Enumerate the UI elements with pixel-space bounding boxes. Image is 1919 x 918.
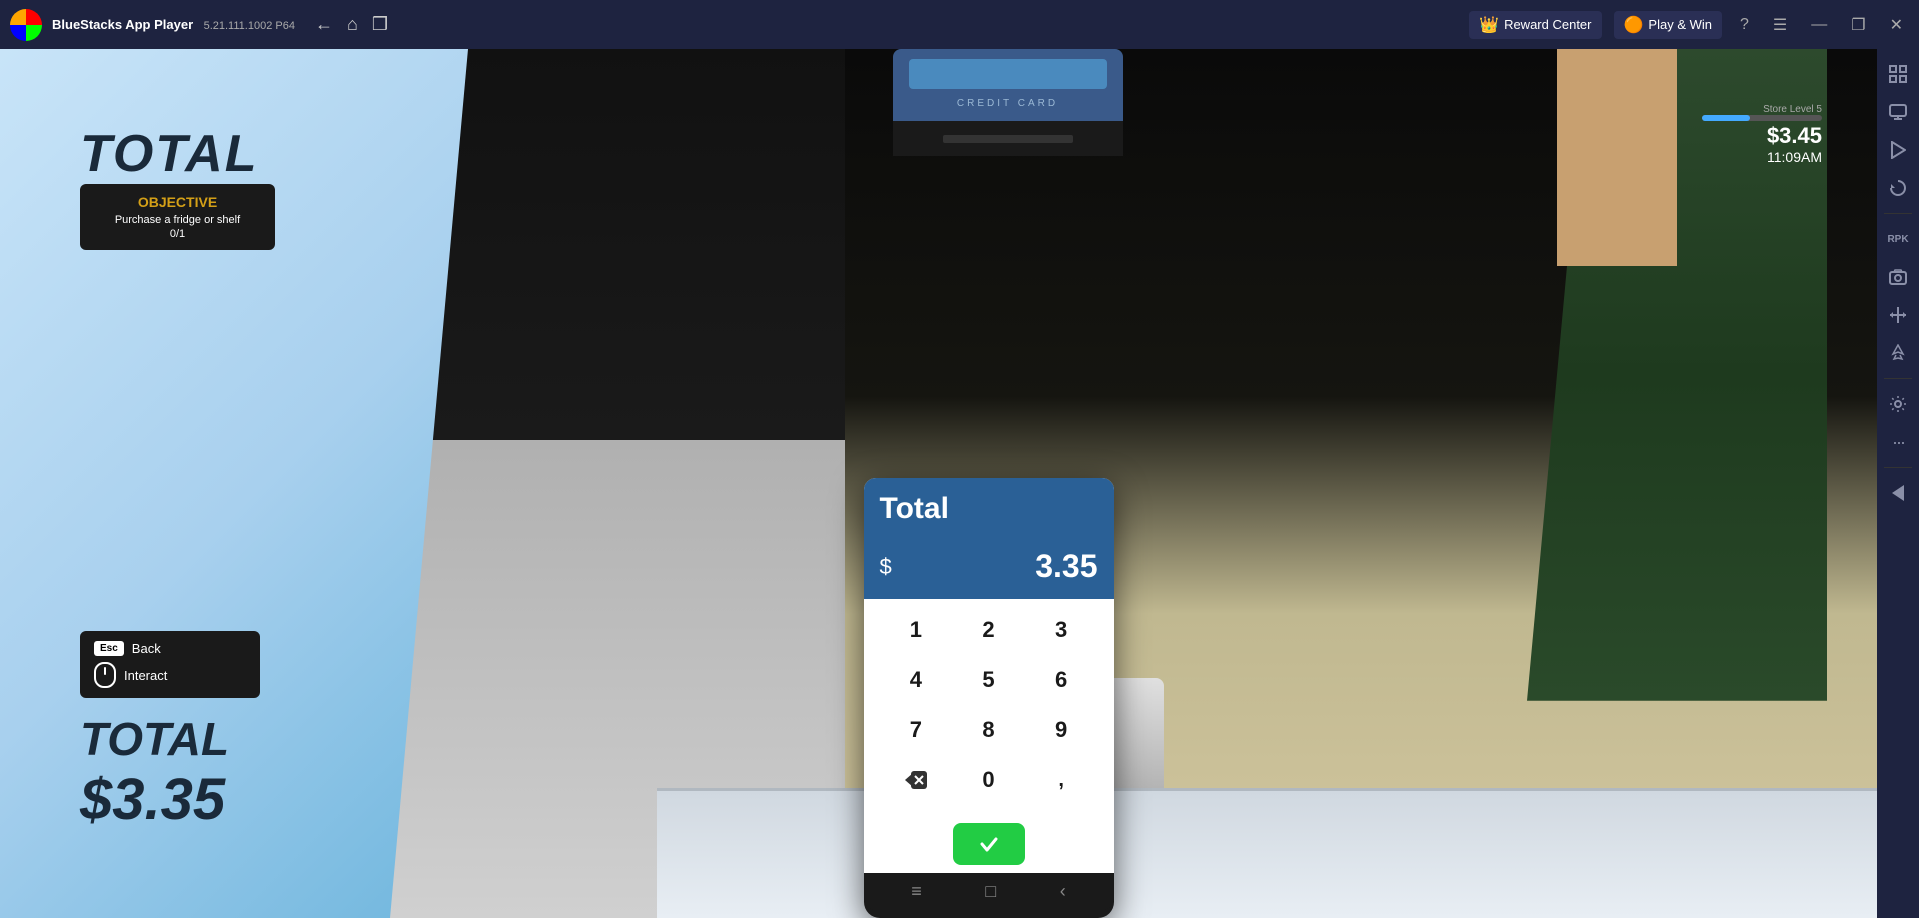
key-0[interactable]: 0	[962, 759, 1014, 801]
key-delete[interactable]	[890, 759, 942, 801]
hud-progress-fill	[1702, 115, 1750, 121]
character-neck	[1557, 49, 1677, 266]
objective-text: Purchase a fridge or shelf	[96, 214, 259, 226]
confirm-button[interactable]	[953, 823, 1025, 865]
pos-amount-row: $ 3.35	[864, 540, 1114, 599]
terminal-container: CREDIT CARD	[893, 49, 1123, 156]
restore-button[interactable]: ❐	[1845, 11, 1871, 39]
objective-box: OBJECTIVE Purchase a fridge or shelf 0/1	[80, 184, 275, 250]
keypad-row-3: 7 8 9	[880, 709, 1098, 751]
sidebar-divider-2	[1884, 378, 1912, 379]
back-button[interactable]: ←	[315, 14, 333, 35]
close-button[interactable]: ✕	[1884, 11, 1909, 39]
keypad-row-4: 0 ,	[880, 759, 1098, 801]
sidebar-resize-button[interactable]	[1881, 298, 1915, 332]
key-4[interactable]: 4	[890, 659, 942, 701]
home-button[interactable]: ⌂	[347, 14, 358, 35]
sidebar-collapse-button[interactable]	[1881, 476, 1915, 510]
keypad-row-1: 1 2 3	[880, 609, 1098, 651]
interact-control-label: Interact	[124, 668, 167, 683]
play-win-icon: 🟠	[1624, 15, 1644, 35]
sidebar-settings-button[interactable]	[1881, 387, 1915, 421]
nav-buttons: ← ⌂ ❒	[315, 14, 388, 35]
sidebar-tv-button[interactable]	[1881, 95, 1915, 129]
credit-card-header: CREDIT CARD	[893, 49, 1123, 121]
total-amount-display: $3.35	[80, 766, 229, 833]
sidebar-airplane-button[interactable]	[1881, 336, 1915, 370]
right-sidebar: RPK ···	[1877, 49, 1919, 918]
pos-nav-menu-icon[interactable]: ≡	[911, 881, 922, 902]
sidebar-play-button[interactable]	[1881, 133, 1915, 167]
pos-nav-bar: ≡ □ ‹	[864, 873, 1114, 910]
hud-store-level: Store Level 5	[1702, 104, 1822, 115]
key-3[interactable]: 3	[1035, 609, 1087, 651]
mouse-icon	[94, 662, 116, 688]
key-6[interactable]: 6	[1035, 659, 1087, 701]
app-title-group: BlueStacks App Player 5.21.111.1002 P64	[52, 16, 295, 34]
play-win-button[interactable]: 🟠 Play & Win	[1614, 11, 1723, 39]
objective-title: OBJECTIVE	[96, 194, 259, 210]
hud-overlay: Store Level 5 $3.45 11:09AM	[1702, 104, 1822, 165]
help-button[interactable]: ?	[1734, 12, 1755, 38]
reward-center-label: Reward Center	[1504, 17, 1591, 32]
key-5[interactable]: 5	[962, 659, 1014, 701]
app-title: BlueStacks App Player	[52, 17, 193, 32]
pos-nav-back-icon[interactable]: ‹	[1060, 881, 1066, 902]
hud-time: 11:09AM	[1702, 149, 1822, 165]
pos-keypad: 1 2 3 4 5 6 7 8 9	[864, 599, 1114, 819]
pos-screen-header: Total	[864, 478, 1114, 540]
hud-progress-bar	[1702, 115, 1822, 121]
sidebar-divider-1	[1884, 213, 1912, 214]
play-win-label: Play & Win	[1648, 17, 1712, 32]
pos-nav-home-icon[interactable]: □	[985, 881, 996, 902]
sidebar-divider-3	[1884, 467, 1912, 468]
objective-progress: 0/1	[96, 228, 259, 240]
sidebar-fullscreen-button[interactable]	[1881, 57, 1915, 91]
crown-icon: 👑	[1479, 15, 1499, 35]
key-2[interactable]: 2	[962, 609, 1014, 651]
game-scene: CREDIT CARD TOTAL OBJECTIVE Purchase a f…	[0, 49, 1877, 918]
total-top-label: TOTAL	[80, 124, 259, 184]
back-control-row: Esc Back	[94, 641, 246, 656]
app-version: 5.21.111.1002 P64	[204, 20, 295, 32]
back-control-label: Back	[132, 641, 161, 656]
total-bottom-label: TOTAL	[80, 712, 229, 766]
hud-money: $3.45	[1702, 123, 1822, 149]
pos-machine: Total $ 3.35 1 2 3	[864, 478, 1114, 918]
esc-key: Esc	[94, 641, 124, 656]
key-8[interactable]: 8	[962, 709, 1014, 751]
pos-confirm-row	[864, 819, 1114, 873]
pos-dollar-sign: $	[880, 554, 892, 580]
printer-slot	[943, 135, 1073, 143]
pos-amount-display: 3.35	[1035, 548, 1097, 585]
sidebar-refresh-button[interactable]	[1881, 171, 1915, 205]
keypad-row-2: 4 5 6	[880, 659, 1098, 701]
interact-control-row: Interact	[94, 662, 246, 688]
sidebar-rpm-button[interactable]: RPK	[1881, 222, 1915, 256]
key-9[interactable]: 9	[1035, 709, 1087, 751]
bluestacks-logo	[10, 9, 42, 41]
credit-card-label: CREDIT CARD	[957, 98, 1058, 109]
sidebar-more-button[interactable]: ···	[1881, 425, 1915, 459]
minimize-button[interactable]: —	[1805, 12, 1833, 38]
printer-body	[893, 121, 1123, 156]
counter-top	[657, 788, 1877, 918]
card-slot	[909, 59, 1107, 89]
total-bottom-area: TOTAL $3.35	[80, 712, 229, 833]
key-1[interactable]: 1	[890, 609, 942, 651]
pos-total-label: Total	[880, 492, 1098, 526]
titlebar-right: 👑 Reward Center 🟠 Play & Win ? ☰ — ❐ ✕	[1469, 11, 1909, 39]
titlebar: BlueStacks App Player 5.21.111.1002 P64 …	[0, 0, 1919, 49]
controls-box: Esc Back Interact	[80, 631, 260, 698]
multi-instance-button[interactable]: ❒	[372, 14, 388, 35]
key-7[interactable]: 7	[890, 709, 942, 751]
game-area: CREDIT CARD TOTAL OBJECTIVE Purchase a f…	[0, 49, 1877, 918]
pos-screen: Total $ 3.35 1 2 3	[864, 478, 1114, 873]
pos-body: Total $ 3.35 1 2 3	[864, 478, 1114, 918]
sidebar-screenshot-button[interactable]	[1881, 260, 1915, 294]
menu-button[interactable]: ☰	[1767, 11, 1793, 39]
key-comma[interactable]: ,	[1035, 759, 1087, 801]
reward-center-button[interactable]: 👑 Reward Center	[1469, 11, 1601, 39]
